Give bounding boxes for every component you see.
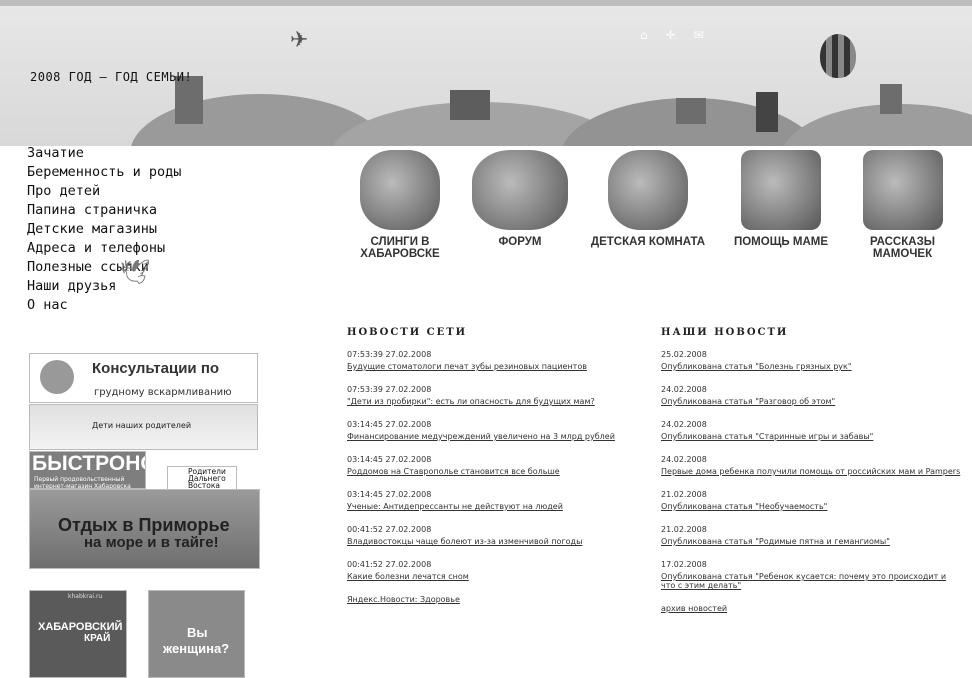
news-archive-link[interactable]: архив новостей	[661, 604, 961, 613]
category-mom-help[interactable]: ПОМОЩЬ МАМЕ	[726, 150, 836, 248]
house-illustration	[676, 98, 706, 124]
news-item: 17.02.2008 Опубликована статья "Ребенок к…	[661, 560, 947, 590]
news-link[interactable]: Будущие стоматологи печат зубы резиновых…	[347, 362, 587, 371]
our-news: НАШИ НОВОСТИ 25.02.2008 Опубликована стат…	[661, 327, 961, 613]
primorye-rest-banner[interactable]: Отдых в Приморье на море и в тайге!	[29, 489, 260, 569]
banner-subtitle: грудному вскармливанию	[94, 387, 232, 398]
bystronom-banner[interactable]: БЫСТРОНОМ Первый продовольственный интер…	[29, 451, 146, 489]
news-link[interactable]: Опубликована статья "Ребенок кусается: п…	[661, 572, 946, 590]
news-link[interactable]: Опубликована статья "Разговор об этом"	[661, 397, 835, 406]
news-item: 24.02.2008 Первые дома ребенка получили п…	[661, 455, 961, 476]
toys-icon	[608, 150, 688, 230]
news-item: 07:53:39 27.02.2008 "Дети из пробирки": е…	[347, 385, 595, 406]
header-icons: ⌂ ✛ ✉	[640, 28, 704, 42]
news-item: 24.02.2008 Опубликована статья "Старинные…	[661, 420, 874, 441]
category-label: ДЕТСКАЯ КОМНАТА	[590, 236, 706, 248]
category-label: ПОМОЩЬ МАМЕ	[733, 236, 829, 248]
banner-title: Отдых в Приморье	[58, 515, 230, 535]
tower-illustration	[756, 92, 778, 132]
nav-item-pregnancy[interactable]: Беременность и роды	[27, 163, 217, 182]
category-label: СЛИНГИ В ХАБАРОВСКЕ	[360, 236, 440, 260]
news-link[interactable]: Финансирование медучреждений увеличено н…	[347, 432, 615, 441]
parents-kids-banner[interactable]: Дети наших родителей	[29, 404, 258, 450]
banner-subtitle: женщина?	[163, 641, 230, 656]
windmill-illustration	[880, 84, 902, 114]
news-link[interactable]: Роддомов на Ставрополье становится все б…	[347, 467, 560, 476]
news-link[interactable]: Опубликована статья "Родимые пятна и гем…	[661, 537, 890, 546]
section-title: НОВОСТИ СЕТИ	[347, 327, 468, 338]
banner-subtitle: на море и в тайге!	[84, 534, 219, 551]
banner-title: ХАБАРОВСКИЙ	[38, 621, 123, 633]
news-item: 03:14:45 27.02.2008 Финансирование медучр…	[347, 420, 615, 441]
news-item: 00:41:52 27.02.2008 Владивостокцы чаще бо…	[347, 525, 583, 546]
news-link[interactable]: Первые дома ребенка получили помощь от р…	[661, 467, 960, 476]
news-item: 03:14:45 27.02.2008 Роддомов на Ставропол…	[347, 455, 560, 476]
scroll-quill-icon	[862, 150, 943, 230]
nav-item-kids-shops[interactable]: Детские магазины	[27, 220, 217, 239]
banner-subtitle: Первый продовольственный интернет-магази…	[34, 476, 131, 489]
news-item: 21.02.2008 Опубликована статья "Родимые п…	[661, 525, 890, 546]
category-slings[interactable]: СЛИНГИ В ХАБАРОВСКЕ	[330, 150, 470, 260]
news-item: 03:14:45 27.02.2008 Ученые: Антидепрессан…	[347, 490, 563, 511]
news-link[interactable]: Опубликована статья "Болезнь грязных рук…	[661, 362, 852, 371]
news-item: 25.02.2008 Опубликована статья "Болезнь г…	[661, 350, 852, 371]
nav-item-kids[interactable]: Про детей	[27, 182, 217, 201]
category-kids-room[interactable]: ДЕТСКАЯ КОМНАТА	[588, 150, 708, 248]
news-link[interactable]: "Дети из пробирки": есть ли опасность дл…	[347, 397, 595, 406]
far-east-parents-banner[interactable]: Родители Дальнего Востока	[167, 466, 237, 490]
mail-icon[interactable]: ✉	[694, 28, 704, 42]
network-news: НОВОСТИ СЕТИ 07:53:39 27.02.2008 Будущие …	[347, 327, 647, 604]
nav-item-conception[interactable]: Зачатие	[27, 144, 217, 163]
nav-item-dads-page[interactable]: Папина страничка	[27, 201, 217, 220]
family-icon	[472, 150, 568, 230]
category-label: РАССКАЗЫ МАМОЧЕК	[869, 236, 936, 260]
hill	[780, 104, 972, 146]
mother-child-icon	[360, 150, 440, 230]
news-link[interactable]: Владивостокцы чаще болеют из-за изменчив…	[347, 537, 582, 546]
banner-title: Консультации по	[92, 360, 220, 377]
breastfeeding-banner[interactable]: Консультации по грудному вскармливанию	[29, 353, 258, 403]
compass-icon[interactable]: ✛	[666, 28, 676, 42]
news-item: 07:53:39 27.02.2008 Будущие стоматологи п…	[347, 350, 587, 371]
news-link[interactable]: Какие болезни лечатся сном	[347, 572, 469, 581]
banner-title: Вы	[187, 625, 208, 640]
banner-subtitle: КРАЙ	[84, 633, 111, 644]
banner-title: БЫСТРОНОМ	[32, 452, 145, 475]
main-nav: Зачатие Беременность и роды Про детей Па…	[27, 144, 217, 315]
news-link[interactable]: Ученые: Антидепрессанты не действуют на …	[347, 502, 563, 511]
news-item: 24.02.2008 Опубликована статья "Разговор …	[661, 385, 836, 406]
house-illustration	[450, 90, 490, 120]
yandex-news-link[interactable]: Яндекс.Новости: Здоровье	[347, 595, 647, 604]
category-forum[interactable]: ФОРУМ	[470, 150, 570, 248]
airplane-illustration: ✈	[290, 28, 309, 53]
banner-title: Родители Дальнего Востока	[188, 467, 226, 490]
section-title: НАШИ НОВОСТИ	[661, 327, 789, 338]
news-item: 21.02.2008 Опубликована статья "Необучаем…	[661, 490, 828, 511]
banner-url: khabkrai.ru	[68, 593, 103, 600]
home-icon[interactable]: ⌂	[640, 28, 648, 42]
balloon-illustration	[820, 34, 856, 78]
slogan: 2008 ГОД – ГОД СЕМЬИ!	[30, 70, 193, 84]
khabarovsk-krai-banner[interactable]: khabkrai.ru ХАБАРОВСКИЙ КРАЙ	[29, 590, 127, 678]
bird-icon: 🕊	[120, 258, 151, 286]
news-link[interactable]: Опубликована статья "Необучаемость"	[661, 502, 827, 511]
consultant-avatar	[40, 360, 74, 394]
lamp-book-icon	[741, 150, 821, 230]
site-header: ✈ ⌂ ✛ ✉ 2008 ГОД – ГОД СЕМЬИ!	[0, 6, 972, 146]
category-label: ФОРУМ	[498, 236, 542, 248]
nav-item-about[interactable]: О нас	[27, 296, 217, 315]
category-mom-stories[interactable]: РАССКАЗЫ МАМОЧЕК	[840, 150, 965, 260]
news-item: 00:41:52 27.02.2008 Какие болезни лечатся…	[347, 560, 469, 581]
woman-banner[interactable]: Вы женщина?	[148, 590, 245, 678]
banner-title: Дети наших родителей	[92, 421, 192, 430]
nav-item-addresses[interactable]: Адреса и телефоны	[27, 239, 217, 258]
news-link[interactable]: Опубликована статья "Старинные игры и за…	[661, 432, 873, 441]
